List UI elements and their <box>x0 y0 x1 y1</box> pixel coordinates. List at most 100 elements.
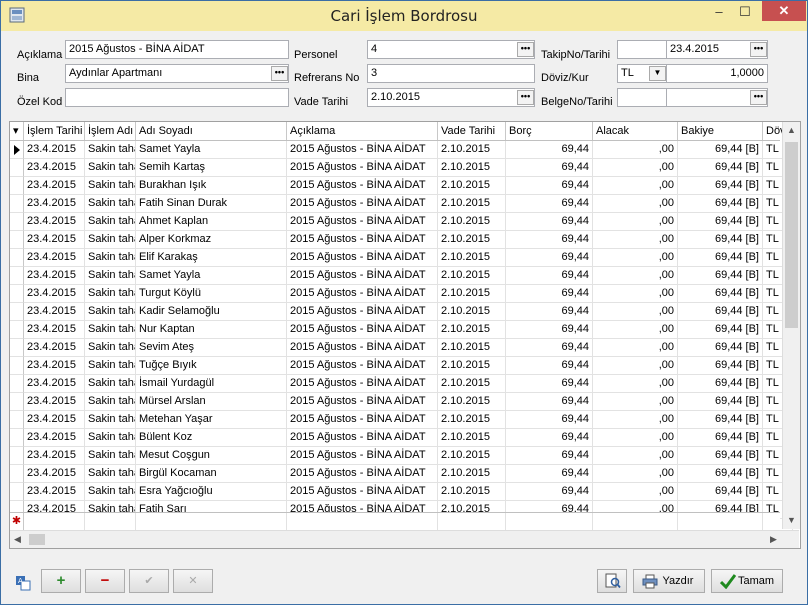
table-cell[interactable]: 69,44 [B] <box>678 465 763 483</box>
table-cell[interactable]: Bülent Koz <box>136 429 287 447</box>
table-cell[interactable]: 69,44 <box>506 195 593 213</box>
maximize-button[interactable]: ☐ <box>732 2 758 22</box>
scroll-right-icon[interactable]: ▶ <box>770 534 777 545</box>
table-cell[interactable]: Metehan Yaşar <box>136 411 287 429</box>
table-cell[interactable]: ,00 <box>593 321 678 339</box>
row-indicator[interactable] <box>10 411 24 429</box>
print-button[interactable]: Yazdır <box>633 569 705 593</box>
translate-icon[interactable]: A <box>15 575 31 591</box>
vertical-scrollbar[interactable]: ▲ ▼ <box>782 122 800 529</box>
table-cell[interactable]: 23.4.2015 <box>24 429 85 447</box>
row-indicator[interactable] <box>10 141 24 159</box>
table-cell[interactable]: 23.4.2015 <box>24 177 85 195</box>
table-cell[interactable]: 2.10.2015 <box>438 429 506 447</box>
table-cell[interactable]: Sakin tahakkuk <box>85 249 136 267</box>
table-cell[interactable]: 69,44 <box>506 321 593 339</box>
table-cell[interactable]: 2.10.2015 <box>438 267 506 285</box>
table-cell[interactable]: 69,44 [B] <box>678 375 763 393</box>
takip-date-button[interactable]: ••• <box>750 42 767 57</box>
table-cell[interactable]: 23.4.2015 <box>24 267 85 285</box>
table-cell[interactable]: 69,44 <box>506 141 593 159</box>
table-cell[interactable]: 2015 Ağustos - BİNA AİDAT <box>287 285 438 303</box>
transactions-grid[interactable]: ▾ İşlem Tarihi İşlem Adı Adı Soyadı Açıklama… <box>9 121 801 549</box>
table-cell[interactable]: ,00 <box>593 177 678 195</box>
table-row[interactable]: 23.4.2015Sakin tahakkukBirgül Kocaman201… <box>10 465 793 483</box>
table-row[interactable]: 23.4.2015Sakin tahakkukSamet Yayla2015 A… <box>10 267 793 285</box>
table-cell[interactable]: 69,44 <box>506 177 593 195</box>
table-cell[interactable]: 2015 Ağustos - BİNA AİDAT <box>287 483 438 501</box>
table-row[interactable]: 23.4.2015Sakin tahakkukFatih Sinan Durak… <box>10 195 793 213</box>
table-cell[interactable]: 2015 Ağustos - BİNA AİDAT <box>287 447 438 465</box>
belge-no-field[interactable] <box>617 88 667 107</box>
table-cell[interactable]: 69,44 [B] <box>678 195 763 213</box>
table-row[interactable]: 23.4.2015Sakin tahakkukTuğçe Bıyık2015 A… <box>10 357 793 375</box>
table-cell[interactable]: 69,44 <box>506 285 593 303</box>
table-cell[interactable]: 2.10.2015 <box>438 465 506 483</box>
table-row[interactable]: 23.4.2015Sakin tahakkukNur Kaptan2015 Ağ… <box>10 321 793 339</box>
table-cell[interactable]: 2.10.2015 <box>438 159 506 177</box>
row-indicator[interactable] <box>10 393 24 411</box>
table-row[interactable]: 23.4.2015Sakin tahakkukTurgut Köylü2015 … <box>10 285 793 303</box>
table-cell[interactable]: Sakin tahakkuk <box>85 267 136 285</box>
table-cell[interactable]: 23.4.2015 <box>24 285 85 303</box>
table-row[interactable]: 23.4.2015Sakin tahakkukBurakhan Işık2015… <box>10 177 793 195</box>
table-cell[interactable]: 69,44 <box>506 339 593 357</box>
table-cell[interactable]: 69,44 [B] <box>678 177 763 195</box>
table-cell[interactable]: 2.10.2015 <box>438 321 506 339</box>
add-button[interactable]: + <box>41 569 81 593</box>
ozelkod-field[interactable] <box>65 88 289 107</box>
table-row[interactable]: 23.4.2015Sakin tahakkukElif Karakaş2015 … <box>10 249 793 267</box>
row-indicator[interactable] <box>10 483 24 501</box>
table-row[interactable]: 23.4.2015Sakin tahakkukİsmail Yurdagül20… <box>10 375 793 393</box>
table-cell[interactable]: ,00 <box>593 285 678 303</box>
close-button[interactable]: ✕ <box>762 1 806 21</box>
table-cell[interactable]: Burakhan Işık <box>136 177 287 195</box>
table-cell[interactable]: 69,44 <box>506 429 593 447</box>
table-cell[interactable]: 69,44 <box>506 231 593 249</box>
table-row[interactable]: 23.4.2015Sakin tahakkukAlper Korkmaz2015… <box>10 231 793 249</box>
remove-button[interactable]: − <box>85 569 125 593</box>
table-cell[interactable]: Sakin tahakkuk <box>85 195 136 213</box>
table-cell[interactable]: 69,44 [B] <box>678 213 763 231</box>
personel-field[interactable]: 4 <box>367 40 535 59</box>
table-cell[interactable]: Sakin tahakkuk <box>85 321 136 339</box>
table-cell[interactable]: 69,44 <box>506 213 593 231</box>
table-cell[interactable]: ,00 <box>593 411 678 429</box>
table-cell[interactable]: 23.4.2015 <box>24 447 85 465</box>
table-cell[interactable]: ,00 <box>593 267 678 285</box>
table-cell[interactable]: Sakin tahakkuk <box>85 285 136 303</box>
row-indicator[interactable] <box>10 429 24 447</box>
table-cell[interactable]: 2.10.2015 <box>438 177 506 195</box>
table-cell[interactable]: 23.4.2015 <box>24 393 85 411</box>
table-cell[interactable]: ,00 <box>593 429 678 447</box>
table-cell[interactable]: 23.4.2015 <box>24 303 85 321</box>
table-cell[interactable]: ,00 <box>593 447 678 465</box>
table-cell[interactable]: 2.10.2015 <box>438 393 506 411</box>
table-cell[interactable]: Sakin tahakkuk <box>85 393 136 411</box>
table-cell[interactable]: 23.4.2015 <box>24 339 85 357</box>
vade-field[interactable]: 2.10.2015 <box>367 88 535 107</box>
table-row[interactable]: 23.4.2015Sakin tahakkukMetehan Yaşar2015… <box>10 411 793 429</box>
table-row[interactable]: 23.4.2015Sakin tahakkukMesut Coşgun2015 … <box>10 447 793 465</box>
table-cell[interactable]: 2.10.2015 <box>438 375 506 393</box>
scroll-left-icon[interactable]: ◀ <box>14 534 21 545</box>
table-row[interactable]: 23.4.2015Sakin tahakkukMürsel Arslan2015… <box>10 393 793 411</box>
table-cell[interactable]: 2015 Ağustos - BİNA AİDAT <box>287 375 438 393</box>
row-indicator[interactable] <box>10 177 24 195</box>
table-cell[interactable]: 69,44 <box>506 375 593 393</box>
table-cell[interactable]: Sakin tahakkuk <box>85 303 136 321</box>
column-chooser-icon[interactable]: ▾ <box>10 122 24 140</box>
table-cell[interactable]: ,00 <box>593 339 678 357</box>
table-cell[interactable]: 2.10.2015 <box>438 483 506 501</box>
table-cell[interactable]: Fatih Sinan Durak <box>136 195 287 213</box>
table-cell[interactable]: Kadir Selamoğlu <box>136 303 287 321</box>
table-cell[interactable]: Alper Korkmaz <box>136 231 287 249</box>
table-cell[interactable]: 23.4.2015 <box>24 465 85 483</box>
column-header[interactable]: Borç <box>506 122 593 140</box>
table-cell[interactable]: 2015 Ağustos - BİNA AİDAT <box>287 249 438 267</box>
table-cell[interactable]: 2.10.2015 <box>438 195 506 213</box>
column-header[interactable]: İşlem Adı <box>85 122 136 140</box>
table-cell[interactable]: 2015 Ağustos - BİNA AİDAT <box>287 303 438 321</box>
refno-field[interactable]: 3 <box>367 64 535 83</box>
row-indicator[interactable] <box>10 465 24 483</box>
